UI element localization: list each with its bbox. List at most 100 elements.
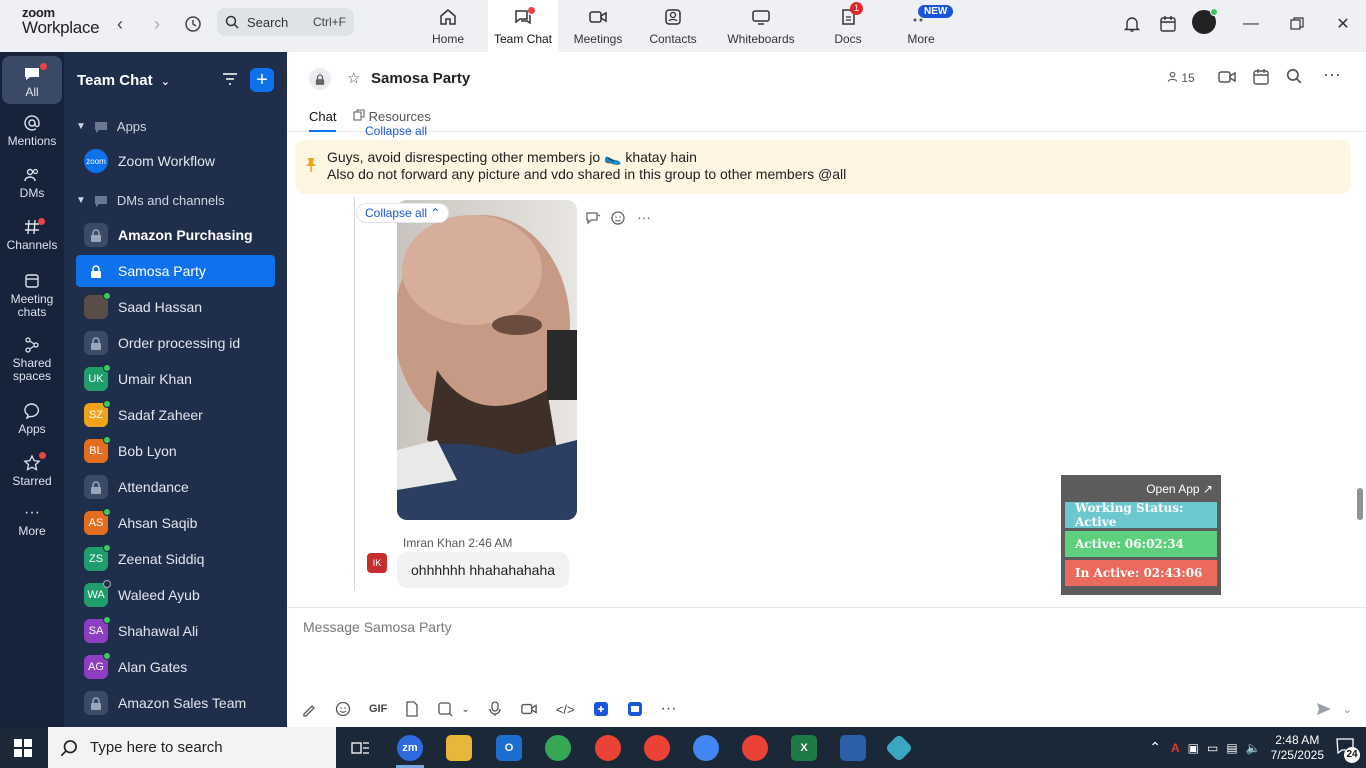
emoji-react-icon[interactable] [611,210,627,226]
sidebar-item-amazon-purchasing[interactable]: Amazon Purchasing [76,219,275,251]
tab-team-chat[interactable]: Team Chat [488,0,558,52]
channel-title[interactable]: Samosa Party [371,70,470,87]
chrome-icon[interactable] [644,735,670,761]
display-icon[interactable]: ▣ [1188,741,1199,755]
clock[interactable]: 2:48 AM 7/25/2025 [1271,733,1324,763]
tab-home[interactable]: Home [413,0,483,52]
rail-all[interactable]: All [2,56,62,104]
tab-contacts[interactable]: Contacts [638,0,708,52]
network-icon[interactable]: ▤ [1226,741,1237,755]
chrome-icon[interactable] [742,735,768,761]
screenshot-icon[interactable]: ⌄ [437,701,470,717]
history-icon[interactable] [181,12,205,36]
emoji-icon[interactable] [335,701,351,717]
tab-resources[interactable]: Resources [353,109,431,124]
tab-meetings[interactable]: Meetings [563,0,633,52]
whiteboard-share-icon[interactable] [627,701,643,717]
section-dms[interactable]: ▼ DMs and channels [76,193,225,208]
video-icon[interactable] [1217,68,1237,89]
chrome-icon[interactable] [595,735,621,761]
taskbar-search[interactable]: Type here to search [48,727,336,768]
sidebar-item-attendance[interactable]: Attendance [76,471,275,503]
chevron-down-icon[interactable]: ⌄ [1343,703,1352,716]
zoom-taskbar-icon[interactable]: zm [397,735,423,761]
sidebar-item-zoom-workflow[interactable]: zoom Zoom Workflow [76,145,275,177]
format-icon[interactable] [301,701,317,717]
battery-icon[interactable]: ▭ [1207,741,1218,755]
chrome-icon[interactable] [693,735,719,761]
gif-icon[interactable]: GIF [369,703,387,715]
sidebar-item-umair-khan[interactable]: UK Umair Khan [76,363,275,395]
app-icon[interactable] [884,733,914,763]
rail-dms[interactable]: DMs [2,166,62,200]
sidebar-item-ahsan-saqib[interactable]: AS Ahsan Saqib [76,507,275,539]
sidebar-item-alan-gates[interactable]: AG Alan Gates [76,651,275,683]
rail-more[interactable]: ··· More [2,505,62,538]
file-icon[interactable] [405,701,419,717]
sidebar-item-samosa-party[interactable]: Samosa Party [76,255,275,287]
sidebar-item-waleed-ayub[interactable]: WA Waleed Ayub [76,579,275,611]
pdf-icon[interactable]: A [1171,741,1180,755]
tab-docs[interactable]: Docs 1 [813,0,883,52]
tab-whiteboards[interactable]: Whiteboards [718,0,804,52]
star-icon[interactable]: ☆ [347,69,360,87]
sidebar-item-shahawal-ali[interactable]: SA Shahawal Ali [76,615,275,647]
forward-icon[interactable]: › [145,12,169,36]
close-icon[interactable]: ✕ [1331,12,1355,36]
calendar-top-icon[interactable] [1156,12,1180,36]
tab-chat[interactable]: Chat [309,109,337,132]
collapse-all-link[interactable]: Collapse all [365,124,427,138]
add-button[interactable]: + [250,68,274,92]
message-bubble[interactable]: ohhhhhh hhahahahaha [397,552,570,588]
outlook-icon[interactable]: O [496,735,522,761]
search-box[interactable]: Search Ctrl+F [217,8,354,36]
rail-apps[interactable]: Apps [2,402,62,436]
sidebar-item-saad-hassan[interactable]: Saad Hassan [76,291,275,323]
restore-icon[interactable] [1285,12,1309,36]
more-options-icon[interactable]: ··· [661,700,677,718]
notification-icon[interactable]: 24 [1336,738,1360,763]
rail-mentions[interactable]: Mentions [2,114,62,148]
rail-meeting-chats[interactable]: Meeting chats [2,272,62,319]
reply-icon[interactable] [585,210,601,226]
sidebar-title[interactable]: Team Chat ⌄ [77,72,170,89]
calculator-icon[interactable] [840,735,866,761]
back-icon[interactable]: ‹ [108,12,132,36]
more-options-icon[interactable]: ··· [637,210,651,226]
sidebar-item-order-processing[interactable]: Order processing id [76,327,275,359]
send-icon[interactable] [1315,700,1333,718]
filter-icon[interactable] [221,70,239,91]
chevron-down-icon[interactable]: ⌄ [461,704,469,715]
scrollbar[interactable] [1354,132,1366,592]
rail-channels[interactable]: Channels [2,218,62,252]
app-integration-icon[interactable] [593,701,609,717]
video-clip-icon[interactable] [520,701,538,717]
avatar[interactable]: IK [367,553,387,573]
section-apps[interactable]: ▼ Apps [76,119,147,134]
chrome-icon[interactable] [545,735,571,761]
windows-start-icon[interactable] [14,739,32,760]
task-view-icon[interactable] [348,735,374,761]
rail-starred[interactable]: Starred [2,452,62,488]
excel-icon[interactable]: X [791,735,817,761]
pinned-message[interactable]: Guys, avoid disrespecting other members … [295,140,1351,194]
avatar[interactable] [1192,8,1218,34]
sidebar-item-sadaf-zaheer[interactable]: SZ Sadaf Zaheer [76,399,275,431]
rail-shared-spaces[interactable]: Shared spaces [2,336,62,383]
collapse-all-button[interactable]: Collapse all ⌃ [357,204,449,222]
open-app-link[interactable]: Open App ↗ [1065,479,1217,502]
calendar-icon[interactable] [1252,68,1270,89]
member-count[interactable]: 15 [1167,71,1195,85]
sidebar-item-amazon-sales-team[interactable]: Amazon Sales Team [76,687,275,719]
sidebar-item-zeenat-siddiq[interactable]: ZS Zeenat Siddiq [76,543,275,575]
volume-icon[interactable]: 🔈 [1246,741,1261,755]
sidebar-item-bob-lyon[interactable]: BL Bob Lyon [76,435,275,467]
chevron-up-icon[interactable]: ⌃ [1149,739,1161,756]
more-options-icon[interactable]: ··· [1323,64,1341,85]
bell-icon[interactable] [1120,12,1144,36]
message-input[interactable] [303,616,1343,638]
scroll-thumb[interactable] [1357,488,1363,520]
shared-photo[interactable] [397,200,577,520]
search-icon[interactable] [1286,68,1302,87]
tab-more[interactable]: More NEW [886,0,956,52]
